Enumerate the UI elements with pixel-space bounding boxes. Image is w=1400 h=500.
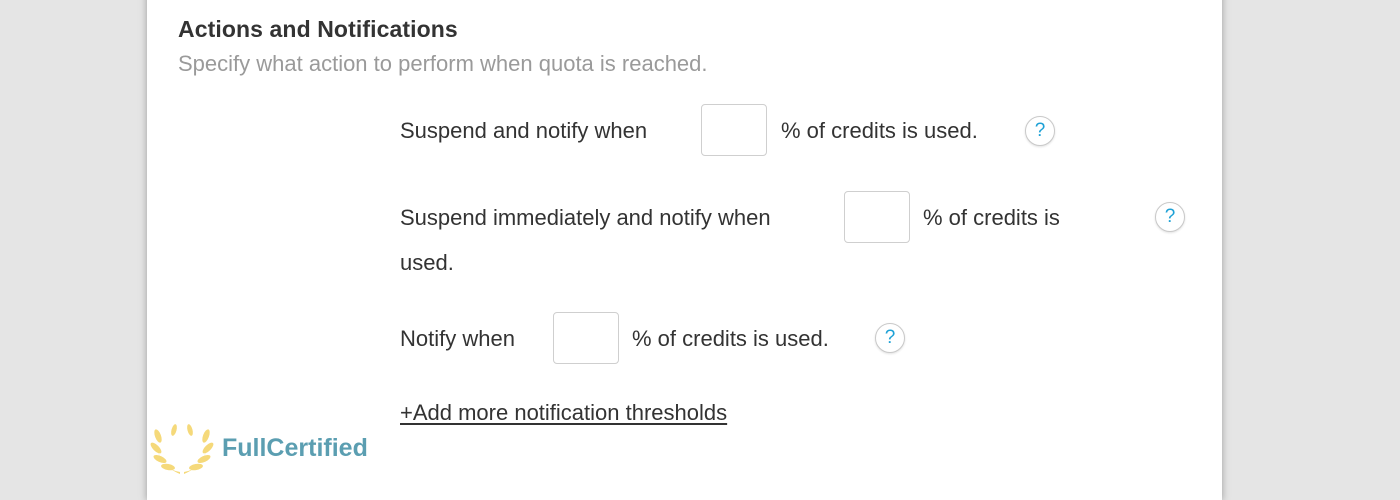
section-title: Actions and Notifications [178,16,458,42]
suspend-notify-label: Suspend and notify when [400,118,648,143]
section-subtitle: Specify what action to perform when quot… [178,51,708,76]
laurel-wreath-icon [150,424,214,474]
add-notification-thresholds-link[interactable]: +Add more notification thresholds [400,400,727,426]
suspend-notify-help-icon[interactable]: ? [1025,116,1055,146]
suspend-immediately-label: Suspend immediately and notify when [400,205,771,230]
notify-percent-input[interactable] [553,312,619,364]
notify-help-icon[interactable]: ? [875,323,905,353]
notify-suffix: % of credits is used. [632,326,829,351]
suspend-immediately-suffix: % of credits is [923,205,1060,230]
suspend-notify-suffix: % of credits is used. [781,118,978,143]
suspend-immediately-suffix-wrap: used. [400,250,454,275]
notify-label: Notify when [400,326,515,351]
watermark-text: FullCertified [222,434,368,462]
suspend-immediately-help-icon[interactable]: ? [1155,202,1185,232]
suspend-immediately-percent-input[interactable] [844,191,910,243]
suspend-notify-percent-input[interactable] [701,104,767,156]
